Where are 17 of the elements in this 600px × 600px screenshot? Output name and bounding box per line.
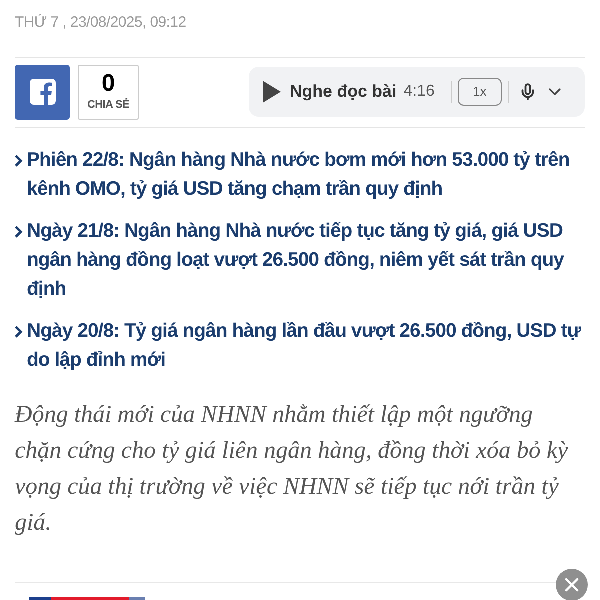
facebook-share-button[interactable] (15, 64, 70, 120)
related-article-link[interactable]: Ngày 20/8: Tỷ giá ngân hàng lần đầu vượt 26.500 đồng, USD tự do lập đỉnh mới (27, 316, 585, 374)
facebook-icon (30, 79, 56, 105)
article-lead: Động thái mới của NHNN nhằm thiết lập một ngưỡng chặn cứng cho tỷ giá liên ngân hàng, đồng thời xóa bỏ kỳ vọng của thị trường về việc NHNN sẽ tiếp tục nới trần tỷ giá. (15, 400, 570, 538)
share-label: CHIA SẺ (87, 97, 130, 113)
share-count: 0 (102, 70, 116, 97)
play-icon[interactable] (263, 81, 281, 103)
related-article-link[interactable]: Phiên 22/8: Ngân hàng Nhà nước bơm mới hơn 53.000 tỷ trên kênh OMO, tỷ giá USD tăng chạm trần quy định (27, 146, 585, 204)
bullet-chevron-icon (15, 226, 23, 238)
close-button[interactable] (556, 569, 588, 600)
related-article-link[interactable]: Ngày 21/8: Ngân hàng Nhà nước tiếp tục tăng tỷ giá, giá USD ngân hàng đồng loạt vượt 26.500 đồng, niêm yết sát trần quy định (27, 216, 585, 304)
audio-duration: 4:16 (404, 82, 435, 102)
article-date: THỨ 7 , 23/08/2025, 09:12 (15, 13, 188, 33)
listen-label[interactable]: Nghe đọc bài (290, 79, 397, 105)
bullet-chevron-icon (15, 154, 23, 166)
speed-button[interactable]: 1x (458, 78, 502, 106)
bullet-chevron-icon (15, 326, 23, 338)
